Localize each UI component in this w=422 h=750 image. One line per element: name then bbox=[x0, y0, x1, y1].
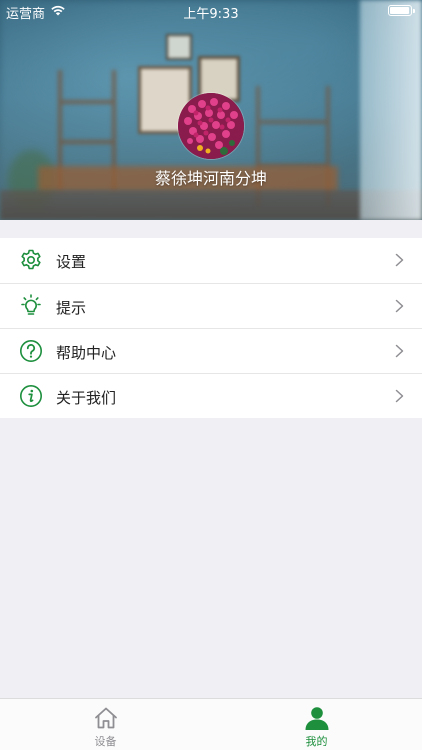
chevron-right-icon bbox=[395, 344, 404, 358]
tab-bar: 设备 我的 bbox=[0, 698, 422, 750]
gear-icon bbox=[21, 249, 41, 270]
menu-item-settings[interactable]: 设置 bbox=[0, 238, 422, 283]
menu-item-label: 关于我们 bbox=[56, 389, 117, 407]
chevron-right-icon bbox=[395, 253, 404, 267]
info-circle-icon bbox=[20, 385, 42, 407]
tab-mine[interactable]: 我的 bbox=[211, 699, 422, 750]
bg-floor bbox=[0, 190, 422, 220]
profile-header: 运营商 上午9:33 蔡徐坤河南分坤 bbox=[0, 0, 422, 220]
settings-menu: 设置 提示 帮助中心 关于我们 bbox=[0, 238, 422, 418]
tab-label: 设备 bbox=[94, 735, 117, 748]
flower-photo bbox=[178, 93, 244, 159]
menu-item-label: 提示 bbox=[56, 299, 87, 317]
lightbulb-icon bbox=[21, 294, 41, 315]
status-bar: 运营商 上午9:33 bbox=[0, 0, 422, 22]
menu-item-tips[interactable]: 提示 bbox=[0, 283, 422, 328]
menu-item-label: 设置 bbox=[56, 253, 87, 271]
tab-devices[interactable]: 设备 bbox=[0, 699, 211, 750]
person-icon bbox=[305, 707, 329, 730]
home-icon bbox=[95, 707, 117, 729]
chevron-right-icon bbox=[395, 389, 404, 403]
clock: 上午9:33 bbox=[183, 7, 239, 22]
question-circle-icon bbox=[20, 340, 42, 362]
user-name: 蔡徐坤河南分坤 bbox=[154, 169, 267, 188]
menu-item-help-center[interactable]: 帮助中心 bbox=[0, 328, 422, 373]
menu-item-label: 帮助中心 bbox=[56, 344, 117, 362]
bg-frame-small bbox=[166, 34, 192, 60]
chevron-right-icon bbox=[395, 299, 404, 313]
battery-icon bbox=[388, 5, 415, 16]
tab-label: 我的 bbox=[305, 735, 328, 748]
avatar[interactable] bbox=[178, 93, 244, 159]
menu-item-about-us[interactable]: 关于我们 bbox=[0, 373, 422, 418]
